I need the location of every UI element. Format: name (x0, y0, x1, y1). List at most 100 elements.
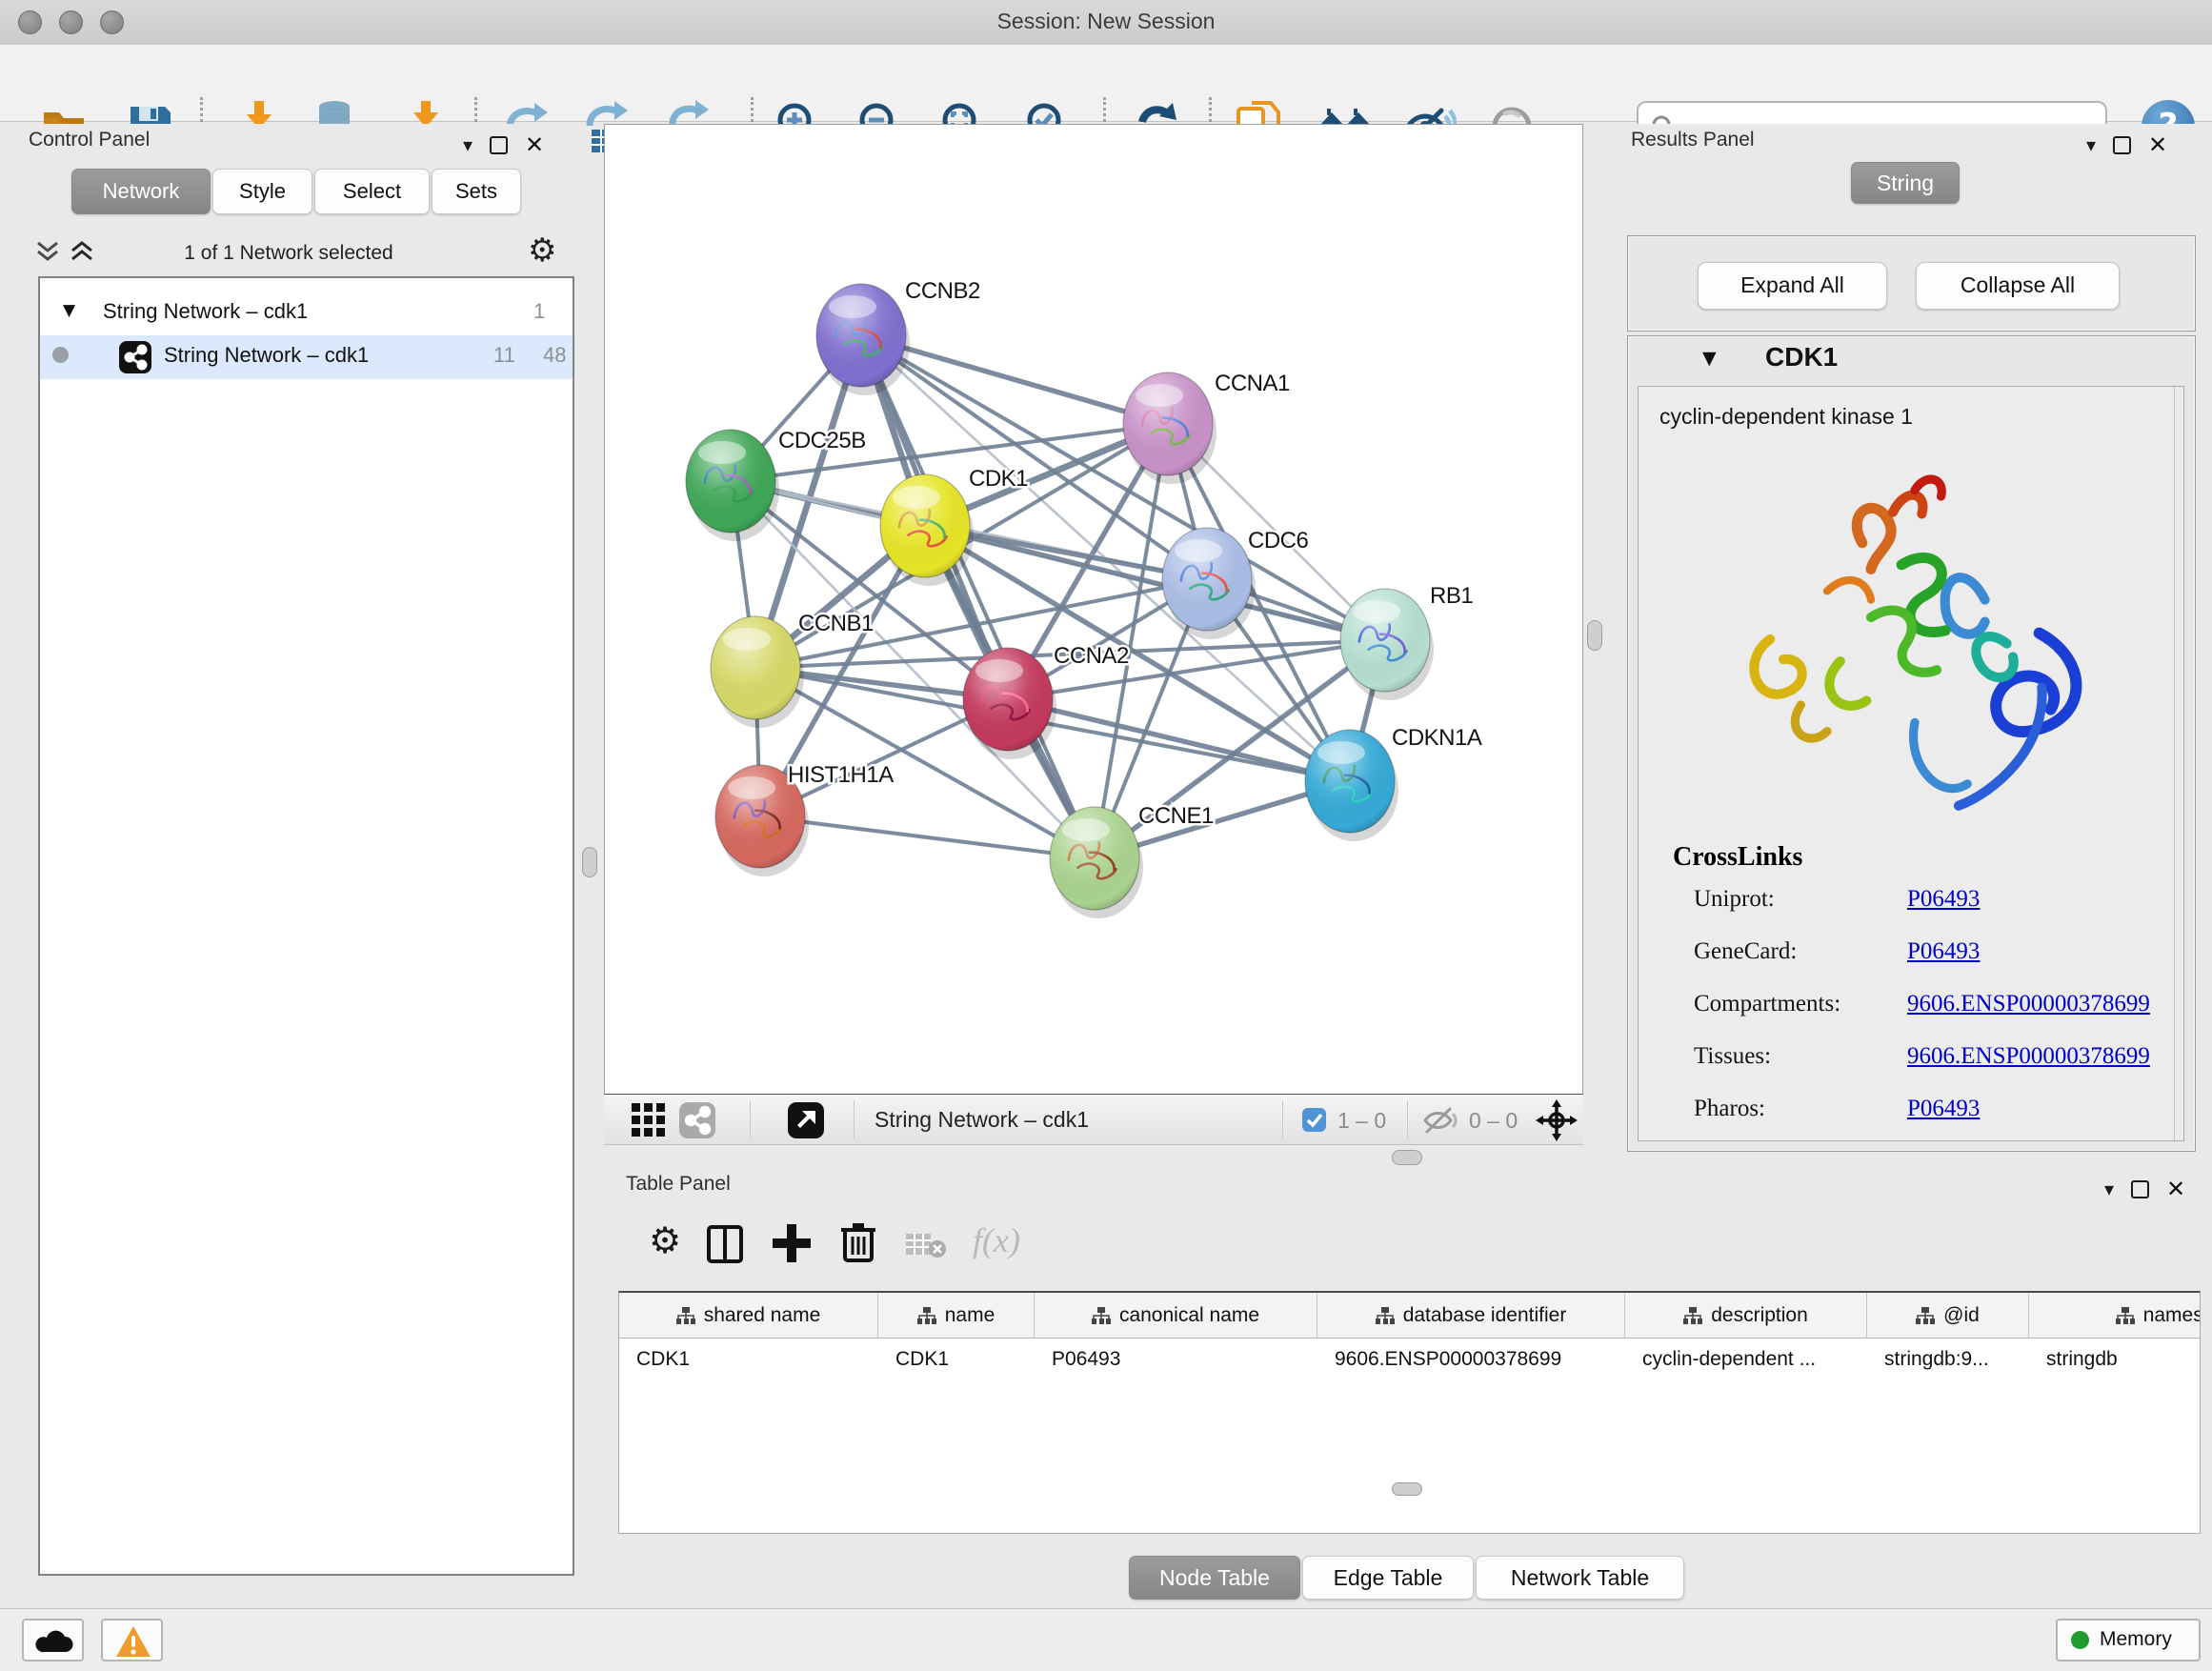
results-panel: Results Panel ▾ ✕ String Expand All Coll… (1619, 124, 2212, 1158)
table-row-cell[interactable]: CDK1 (619, 1339, 878, 1380)
results-panel-maximize-icon[interactable] (2113, 136, 2131, 154)
network-options-gear-icon[interactable]: ⚙ (528, 232, 556, 270)
column-header[interactable]: database identifier (1317, 1293, 1625, 1339)
network-collection-row[interactable]: ▼ String Network – cdk1 1 (40, 292, 573, 335)
results-panel-float-icon[interactable]: ▾ (2086, 133, 2096, 156)
node-label: CDC6 (1248, 528, 1308, 554)
control-panel-close-icon[interactable]: ✕ (525, 131, 544, 158)
navbar-separator (750, 1100, 751, 1138)
column-header[interactable]: description (1625, 1293, 1867, 1339)
node-label: HIST1H1A (788, 762, 894, 788)
horizontal-splitter-handle[interactable] (1392, 1150, 1422, 1165)
tab-node-table[interactable]: Node Table (1129, 1556, 1300, 1600)
column-header[interactable]: namespace (2029, 1293, 2201, 1339)
tab-network[interactable]: Network (71, 169, 211, 214)
status-bar: Memory (0, 1608, 2212, 1671)
column-type-icon (1683, 1307, 1702, 1324)
expand-all-button[interactable]: Expand All (1698, 262, 1887, 310)
node-result-body: cyclin-dependent kinase 1 (1638, 386, 2184, 1141)
network-canvas[interactable]: CCNB2CCNA1CDC25BCDK1CDC6RB1CCNB1CCNA2CDK… (604, 124, 1583, 1095)
crosslink-genecard-link[interactable]: P06493 (1907, 938, 1980, 965)
show-columns-icon[interactable] (706, 1224, 744, 1264)
tab-style[interactable]: Style (212, 169, 312, 214)
tab-string[interactable]: String (1851, 162, 1960, 204)
clear-table-icon[interactable] (904, 1230, 948, 1260)
node-label: CDK1 (969, 466, 1028, 492)
network-node-count: 11 (493, 343, 515, 368)
table-splitter-handle[interactable] (1392, 1482, 1422, 1496)
selected-count: 1 – 0 (1337, 1108, 1386, 1134)
network-row-selected[interactable]: String Network – cdk1 11 48 (40, 335, 573, 379)
column-header[interactable]: shared name (619, 1293, 878, 1339)
memory-status-icon (2071, 1631, 2089, 1649)
card-collapse-icon[interactable]: ▼ (1702, 348, 1717, 369)
network-type-icon (118, 340, 152, 374)
create-column-icon[interactable] (771, 1222, 813, 1264)
column-header[interactable]: @id (1867, 1293, 2029, 1339)
node-label: CCNA2 (1054, 643, 1129, 669)
hidden-items-icon[interactable] (1421, 1105, 1459, 1136)
crosslink-compartments-link[interactable]: 9606.ENSP00000378699 (1907, 991, 2150, 1017)
column-type-icon (1376, 1307, 1395, 1324)
node-label: CCNE1 (1138, 803, 1214, 829)
table-panel-maximize-icon[interactable] (2131, 1180, 2149, 1198)
crosslink-label: Pharos: (1694, 1096, 1765, 1122)
column-header[interactable]: name (878, 1293, 1035, 1339)
tab-edge-table[interactable]: Edge Table (1302, 1556, 1474, 1600)
network-share-icon[interactable] (678, 1101, 716, 1139)
tab-sets[interactable]: Sets (432, 169, 521, 214)
crosslink-pharos-link[interactable]: P06493 (1907, 1096, 1980, 1122)
table-panel-close-icon[interactable]: ✕ (2166, 1176, 2185, 1202)
table-row-cell[interactable]: 9606.ENSP00000378699 (1317, 1339, 1625, 1380)
cytoscape-window: Session: New Session ? Control Panel (0, 0, 2212, 1671)
network-node[interactable] (1123, 372, 1217, 484)
control-panel-maximize-icon[interactable] (490, 136, 508, 154)
navbar-separator (1282, 1100, 1283, 1138)
network-list: ▼ String Network – cdk1 1 String Network… (38, 276, 574, 1576)
table-row-cell[interactable]: P06493 (1035, 1339, 1317, 1380)
network-node[interactable] (963, 648, 1056, 759)
network-node[interactable] (880, 474, 974, 586)
network-node[interactable] (1050, 807, 1143, 918)
control-panel: Control Panel ▾ ✕ Network Style Select S… (13, 124, 564, 1576)
hidden-count: 0 – 0 (1469, 1108, 1518, 1134)
tab-network-table[interactable]: Network Table (1476, 1556, 1684, 1600)
function-builder-icon[interactable]: f(x) (973, 1220, 1020, 1260)
crosslink-tissues-link[interactable]: 9606.ENSP00000378699 (1907, 1043, 2150, 1070)
network-node[interactable] (711, 616, 804, 728)
results-panel-close-icon[interactable]: ✕ (2148, 131, 2167, 158)
crosslink-uniprot-link[interactable]: P06493 (1907, 886, 1980, 913)
table-row-cell[interactable]: CDK1 (878, 1339, 1035, 1380)
warnings-button[interactable] (101, 1619, 163, 1661)
table-panel-title: Table Panel (626, 1173, 731, 1196)
selected-checkbox-icon[interactable] (1301, 1107, 1327, 1133)
tree-expand-icon[interactable]: ▼ (63, 301, 75, 320)
crosslink-label: Compartments: (1694, 991, 1840, 1017)
tab-select[interactable]: Select (314, 169, 430, 214)
network-graph[interactable]: CCNB2CCNA1CDC25BCDK1CDC6RB1CCNB1CCNA2CDK… (605, 125, 1582, 1095)
network-node[interactable] (1305, 730, 1398, 841)
network-node[interactable] (686, 430, 779, 541)
network-node[interactable] (816, 284, 910, 395)
birdseye-view-icon[interactable] (787, 1101, 825, 1139)
network-node[interactable] (1340, 589, 1434, 700)
left-splitter-handle[interactable] (582, 847, 597, 877)
crosslink-label: Uniprot: (1694, 886, 1775, 913)
collapse-all-button[interactable]: Collapse All (1916, 262, 2120, 310)
results-scrollbar[interactable] (2174, 387, 2175, 1142)
column-header[interactable]: canonical name (1035, 1293, 1317, 1339)
table-panel-float-icon[interactable]: ▾ (2104, 1178, 2114, 1200)
table-row-cell[interactable]: stringdb (2029, 1339, 2201, 1380)
grid-view-icon[interactable] (631, 1102, 667, 1138)
table-row-cell[interactable]: cyclin-dependent ... (1625, 1339, 1867, 1380)
control-panel-float-icon[interactable]: ▾ (463, 133, 473, 156)
right-splitter-handle[interactable] (1587, 620, 1602, 651)
delete-column-icon[interactable] (839, 1220, 877, 1264)
table-options-gear-icon[interactable]: ⚙ (649, 1219, 681, 1261)
navbar-separator (1407, 1100, 1408, 1138)
cloud-status-button[interactable] (22, 1619, 84, 1661)
table-row-cell[interactable]: stringdb:9... (1867, 1339, 2029, 1380)
fit-center-icon[interactable] (1536, 1099, 1578, 1141)
memory-button[interactable]: Memory (2056, 1619, 2201, 1661)
column-type-icon (1092, 1307, 1111, 1324)
